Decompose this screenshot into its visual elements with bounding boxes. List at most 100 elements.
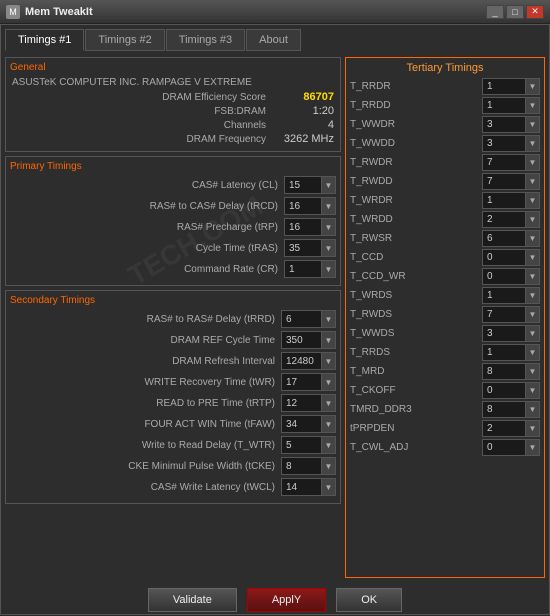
- sec-dropdown-2[interactable]: 12480 ▼: [281, 352, 336, 370]
- tert-row-17: TMRD_DDR38▼: [350, 401, 540, 418]
- primary-timings-title: Primary Timings: [10, 161, 336, 172]
- sec-row-5: FOUR ACT WIN Time (tFAW) 34 ▼: [10, 415, 336, 433]
- tert-dropdown-2[interactable]: 3▼: [482, 116, 540, 133]
- primary-dropdown-2[interactable]: 16 ▼: [284, 218, 336, 236]
- tert-dropdown-6[interactable]: 1▼: [482, 192, 540, 209]
- primary-dropdown-1[interactable]: 16 ▼: [284, 197, 336, 215]
- tert-label-12: T_RWDS: [350, 309, 482, 320]
- tert-dropdown-9[interactable]: 0▼: [482, 249, 540, 266]
- sec-label-7: CKE Minimul Pulse Width (tCKE): [10, 461, 281, 472]
- tert-dropdown-12[interactable]: 7▼: [482, 306, 540, 323]
- chevron-down-icon: ▼: [321, 198, 335, 214]
- channels-row: Channels 4: [10, 119, 336, 131]
- primary-dropdown-4[interactable]: 1 ▼: [284, 260, 336, 278]
- primary-label-4: Command Rate (CR): [10, 264, 284, 275]
- sec-dropdown-3[interactable]: 17 ▼: [281, 373, 336, 391]
- freq-label: DRAM Frequency: [187, 134, 266, 145]
- sec-dropdown-7[interactable]: 8 ▼: [281, 457, 336, 475]
- tert-dropdown-7[interactable]: 2▼: [482, 211, 540, 228]
- tert-dropdown-11[interactable]: 1▼: [482, 287, 540, 304]
- tert-dropdown-3[interactable]: 3▼: [482, 135, 540, 152]
- tert-label-16: T_CKOFF: [350, 385, 482, 396]
- primary-label-0: CAS# Latency (CL): [10, 180, 284, 191]
- sec-row-7: CKE Minimul Pulse Width (tCKE) 8 ▼: [10, 457, 336, 475]
- chevron-down-icon: ▼: [525, 288, 539, 303]
- tert-label-4: T_RWDR: [350, 157, 482, 168]
- tert-dropdown-0[interactable]: 1▼: [482, 78, 540, 95]
- apply-button[interactable]: ApplY: [247, 588, 326, 612]
- tert-dropdown-19[interactable]: 0▼: [482, 439, 540, 456]
- chevron-down-icon: ▼: [525, 174, 539, 189]
- tert-dropdown-13[interactable]: 3▼: [482, 325, 540, 342]
- chevron-down-icon: ▼: [321, 332, 335, 348]
- chevron-down-icon: ▼: [321, 374, 335, 390]
- secondary-timings-title: Secondary Timings: [10, 295, 336, 306]
- tab-timings2[interactable]: Timings #2: [85, 29, 164, 51]
- tert-dropdown-16[interactable]: 0▼: [482, 382, 540, 399]
- tert-label-5: T_RWDD: [350, 176, 482, 187]
- tert-row-11: T_WRDS1▼: [350, 287, 540, 304]
- sec-dropdown-0[interactable]: 6 ▼: [281, 310, 336, 328]
- sec-dropdown-1[interactable]: 350 ▼: [281, 331, 336, 349]
- tab-timings3[interactable]: Timings #3: [166, 29, 245, 51]
- tert-dropdown-14[interactable]: 1▼: [482, 344, 540, 361]
- tert-row-10: T_CCD_WR0▼: [350, 268, 540, 285]
- primary-row-4: Command Rate (CR) 1 ▼: [10, 260, 336, 278]
- tert-row-2: T_WWDR3▼: [350, 116, 540, 133]
- tab-about[interactable]: About: [246, 29, 301, 51]
- minimize-button[interactable]: _: [486, 5, 504, 19]
- sec-label-8: CAS# Write Latency (tWCL): [10, 482, 281, 493]
- primary-timings-section: Primary Timings CAS# Latency (CL) 15 ▼ R…: [5, 156, 341, 286]
- tert-dropdown-15[interactable]: 8▼: [482, 363, 540, 380]
- chevron-down-icon: ▼: [525, 326, 539, 341]
- sec-label-4: READ to PRE Time (tRTP): [10, 398, 281, 409]
- ok-button[interactable]: OK: [336, 588, 402, 612]
- tert-dropdown-18[interactable]: 2▼: [482, 420, 540, 437]
- tert-row-9: T_CCD0▼: [350, 249, 540, 266]
- sec-label-0: RAS# to RAS# Delay (tRRD): [10, 314, 281, 325]
- chevron-down-icon: ▼: [525, 383, 539, 398]
- main-window: TECH.COM Timings #1 Timings #2 Timings #…: [0, 24, 550, 615]
- sec-dropdown-5[interactable]: 34 ▼: [281, 415, 336, 433]
- primary-dropdown-3[interactable]: 35 ▼: [284, 239, 336, 257]
- chevron-down-icon: ▼: [321, 261, 335, 277]
- close-button[interactable]: ✕: [526, 5, 544, 19]
- tert-row-7: T_WRDD2▼: [350, 211, 540, 228]
- sec-label-6: Write to Read Delay (T_WTR): [10, 440, 281, 451]
- sec-dropdown-8[interactable]: 14 ▼: [281, 478, 336, 496]
- sec-row-6: Write to Read Delay (T_WTR) 5 ▼: [10, 436, 336, 454]
- tert-label-17: TMRD_DDR3: [350, 404, 482, 415]
- chevron-down-icon: ▼: [525, 98, 539, 113]
- tert-dropdown-5[interactable]: 7▼: [482, 173, 540, 190]
- chevron-down-icon: ▼: [525, 402, 539, 417]
- validate-button[interactable]: Validate: [148, 588, 237, 612]
- primary-dropdown-0[interactable]: 15 ▼: [284, 176, 336, 194]
- sec-dropdown-4[interactable]: 12 ▼: [281, 394, 336, 412]
- tert-dropdown-8[interactable]: 6▼: [482, 230, 540, 247]
- chevron-down-icon: ▼: [321, 395, 335, 411]
- sec-dropdown-6[interactable]: 5 ▼: [281, 436, 336, 454]
- chevron-down-icon: ▼: [525, 155, 539, 170]
- left-panel: General ASUSTeK COMPUTER INC. RAMPAGE V …: [5, 57, 341, 578]
- tert-row-12: T_RWDS7▼: [350, 306, 540, 323]
- chevron-down-icon: ▼: [525, 136, 539, 151]
- freq-value: 3262 MHz: [274, 133, 334, 145]
- chevron-down-icon: ▼: [321, 177, 335, 193]
- primary-row-2: RAS# Precharge (tRP) 16 ▼: [10, 218, 336, 236]
- tert-dropdown-4[interactable]: 7▼: [482, 154, 540, 171]
- fsb-row: FSB:DRAM 1:20: [10, 105, 336, 117]
- tert-dropdown-10[interactable]: 0▼: [482, 268, 540, 285]
- primary-row-3: Cycle Time (tRAS) 35 ▼: [10, 239, 336, 257]
- tert-dropdown-17[interactable]: 8▼: [482, 401, 540, 418]
- tert-label-1: T_RRDD: [350, 100, 482, 111]
- tert-dropdown-1[interactable]: 1▼: [482, 97, 540, 114]
- tert-label-13: T_WWDS: [350, 328, 482, 339]
- chevron-down-icon: ▼: [321, 311, 335, 327]
- app-icon: M: [6, 5, 20, 19]
- tert-row-16: T_CKOFF0▼: [350, 382, 540, 399]
- maximize-button[interactable]: □: [506, 5, 524, 19]
- chevron-down-icon: ▼: [525, 307, 539, 322]
- primary-row-1: RAS# to CAS# Delay (tRCD) 16 ▼: [10, 197, 336, 215]
- chevron-down-icon: ▼: [525, 250, 539, 265]
- tab-timings1[interactable]: Timings #1: [5, 29, 84, 51]
